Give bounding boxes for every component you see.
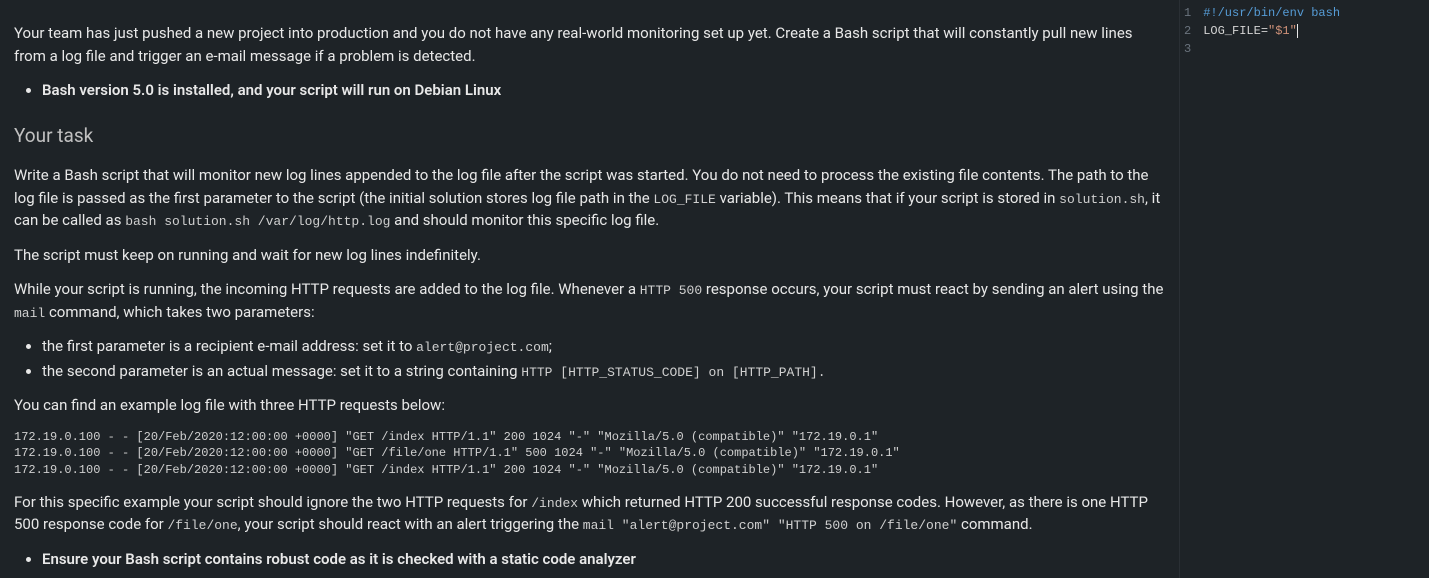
- text-cursor: [1297, 24, 1298, 38]
- parameters-list: the first parameter is a recipient e-mai…: [42, 335, 1165, 382]
- final-note-list: Ensure your Bash script contains robust …: [42, 548, 1165, 571]
- task-paragraph-2: The script must keep on running and wait…: [14, 244, 1165, 267]
- inline-code: LOG_FILE: [653, 192, 715, 207]
- code-editor-panel[interactable]: 1 2 3 #!/usr/bin/env bash LOG_FILE="$1": [1179, 0, 1429, 578]
- conclusion-paragraph: For this specific example your script sh…: [14, 491, 1165, 536]
- inline-code: bash solution.sh /var/log/http.log: [125, 214, 390, 229]
- inline-code: /file/one: [167, 518, 237, 533]
- inline-code: mail: [14, 306, 45, 321]
- list-item: Bash version 5.0 is installed, and your …: [42, 79, 1165, 102]
- inline-code: solution.sh: [1059, 192, 1145, 207]
- code-line-2b: "$1": [1268, 24, 1297, 38]
- list-item: the second parameter is an actual messag…: [42, 360, 1165, 383]
- inline-code: mail "alert@project.com" "HTTP 500 on /f…: [583, 518, 957, 533]
- line-number-gutter: 1 2 3: [1180, 0, 1199, 578]
- code-editor-textarea[interactable]: #!/usr/bin/env bash LOG_FILE="$1": [1199, 0, 1429, 578]
- your-task-heading: Your task: [14, 122, 1165, 151]
- inline-code: alert@project.com: [416, 340, 549, 355]
- log-example-block: 172.19.0.100 - - [20/Feb/2020:12:00:00 +…: [14, 429, 1165, 479]
- problem-intro-paragraph: Your team has just pushed a new project …: [14, 22, 1165, 67]
- task-paragraph-1: Write a Bash script that will monitor ne…: [14, 164, 1165, 232]
- problem-description-panel: Your team has just pushed a new project …: [0, 0, 1179, 578]
- code-line-2a: LOG_FILE=: [1203, 24, 1268, 38]
- list-item: the first parameter is a recipient e-mai…: [42, 335, 1165, 358]
- example-intro-paragraph: You can find an example log file with th…: [14, 394, 1165, 417]
- environment-list: Bash version 5.0 is installed, and your …: [42, 79, 1165, 102]
- list-item: Ensure your Bash script contains robust …: [42, 548, 1165, 571]
- code-line-1: #!/usr/bin/env bash: [1203, 6, 1340, 20]
- inline-code: /index: [531, 496, 578, 511]
- task-paragraph-3: While your script is running, the incomi…: [14, 278, 1165, 323]
- inline-code: HTTP 500: [640, 283, 702, 298]
- inline-code: HTTP [HTTP_STATUS_CODE] on [HTTP_PATH].: [521, 365, 825, 380]
